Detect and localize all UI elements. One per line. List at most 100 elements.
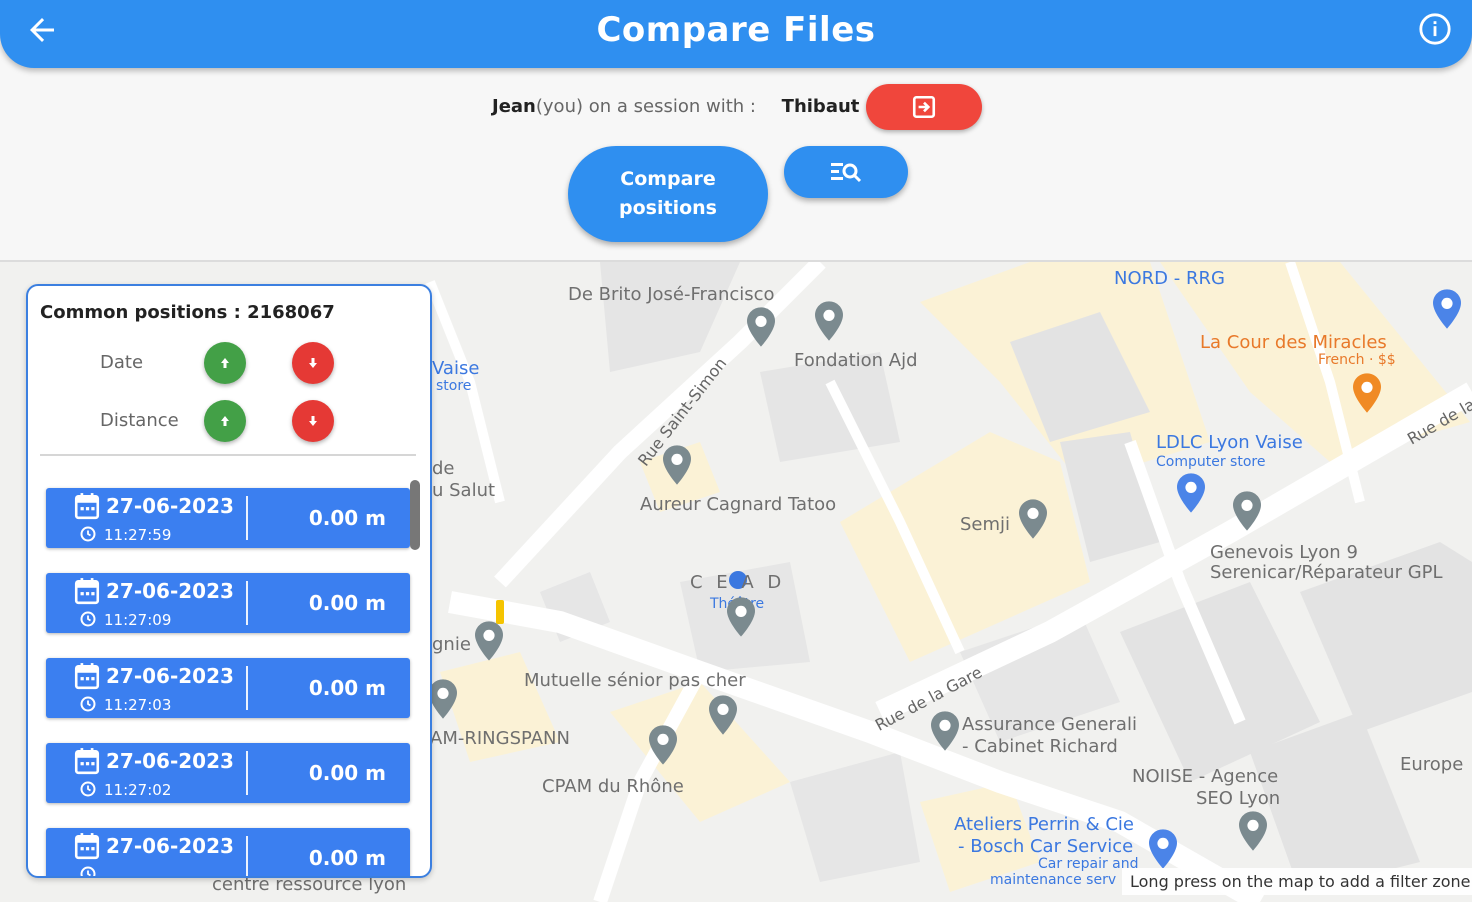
map-label: de: [432, 458, 455, 479]
filter-search-icon: [831, 163, 862, 183]
map-label: Computer store: [1156, 454, 1266, 470]
sort-date-desc-button[interactable]: [292, 342, 334, 384]
row-separator: [246, 836, 248, 876]
row-separator: [246, 581, 248, 625]
map-pin-icon[interactable]: [744, 306, 778, 348]
session-text: on a session with :: [583, 96, 762, 117]
restaurant-pin-icon[interactable]: [1350, 372, 1384, 414]
map-label: Europe: [1400, 754, 1464, 775]
row-separator: [246, 751, 248, 795]
map-label: maintenance serv: [990, 872, 1117, 888]
map-label: C E A D: [690, 572, 786, 593]
position-row[interactable]: 27-06-2023 11:27:59 0.00 m: [46, 488, 410, 548]
store-pin-icon[interactable]: [1430, 288, 1464, 330]
car-service-pin-icon[interactable]: [1146, 828, 1180, 870]
filter-search-button[interactable]: [784, 146, 908, 198]
map-label: Semji: [960, 514, 1011, 535]
position-date: 27-06-2023: [106, 494, 234, 518]
common-positions-panel: Common positions : 2168067 Date Distance…: [26, 284, 432, 878]
map-pin-icon[interactable]: [928, 710, 962, 752]
info-icon[interactable]: [1418, 12, 1452, 46]
position-row[interactable]: 27-06-2023 11:27:09 0.00 m: [46, 573, 410, 633]
map-label: u Salut: [432, 480, 496, 501]
position-time: 11:27:03: [104, 696, 172, 714]
map-pin-icon[interactable]: [1230, 490, 1264, 532]
clock-icon: [80, 781, 96, 797]
sort-date-label: Date: [100, 352, 144, 373]
arrow-up-icon: [221, 416, 229, 426]
sort-date-asc-button[interactable]: [204, 342, 246, 384]
calendar-icon: [74, 663, 100, 690]
map-label: SEO Lyon: [1196, 788, 1281, 809]
clock-icon: [80, 611, 96, 627]
common-positions-count: Common positions : 2168067: [40, 302, 335, 323]
calendar-icon: [74, 748, 100, 775]
arrow-down-icon: [309, 358, 317, 368]
calendar-icon: [74, 578, 100, 605]
arrow-down-icon: [309, 416, 317, 426]
arrow-up-icon: [221, 358, 229, 368]
clock-icon: [80, 866, 96, 876]
map-pin-icon[interactable]: [660, 444, 694, 486]
map-label: Vaise: [432, 358, 480, 379]
sort-distance-row: Distance: [28, 400, 430, 444]
map-label: - Cabinet Richard: [962, 736, 1118, 757]
session-partner: Thibaut: [781, 96, 860, 117]
position-time: 11:27:09: [104, 611, 172, 629]
map-hint: Long press on the map to add a filter zo…: [1122, 868, 1472, 895]
calendar-icon: [74, 493, 100, 520]
map-label: La Cour des Miracles: [1200, 332, 1387, 353]
position-row[interactable]: 27-06-2023 11:27:03 0.00 m: [46, 658, 410, 718]
map-pin-icon[interactable]: [812, 300, 846, 342]
position-time: 11:27:59: [104, 526, 172, 544]
calendar-icon: [74, 833, 100, 860]
compare-positions-button[interactable]: Compare positions: [568, 146, 768, 242]
map-pin-icon[interactable]: [724, 596, 758, 638]
store-pin-icon[interactable]: [1174, 472, 1208, 514]
leave-session-button[interactable]: [866, 84, 982, 130]
position-distance: 0.00 m: [308, 506, 386, 530]
position-date: 27-06-2023: [106, 749, 234, 773]
sort-distance-desc-button[interactable]: [292, 400, 334, 442]
map-pin-icon[interactable]: [1016, 498, 1050, 540]
government-pin-icon[interactable]: [646, 724, 680, 766]
map-pin-icon[interactable]: [472, 620, 506, 662]
row-separator: [246, 666, 248, 710]
sort-date-row: Date: [28, 342, 430, 386]
map-pin-icon[interactable]: [706, 694, 740, 736]
position-date: 27-06-2023: [106, 664, 234, 688]
position-time: 11:27:02: [104, 781, 172, 799]
map-label: De Brito José-Francisco: [568, 284, 775, 305]
clock-icon: [80, 526, 96, 542]
map-label: French · $$: [1318, 352, 1396, 368]
map-label: AM-RINGSPANN: [430, 728, 570, 749]
position-distance: 0.00 m: [308, 761, 386, 785]
map-label: store: [436, 378, 472, 394]
positions-list[interactable]: 27-06-2023 11:27:59 0.00 m 27-06-2023 11…: [28, 476, 430, 876]
list-scrollbar[interactable]: [410, 480, 420, 550]
map-label: Fondation Ajd: [794, 350, 918, 371]
sort-distance-asc-button[interactable]: [204, 400, 246, 442]
position-row[interactable]: 27-06-2023 11:27:02 0.00 m: [46, 743, 410, 803]
position-distance: 0.00 m: [308, 676, 386, 700]
map-label: gnie: [432, 634, 471, 655]
map-label: Assurance Generali: [962, 714, 1137, 735]
position-distance: 0.00 m: [308, 846, 386, 870]
divider: [40, 454, 416, 456]
position-date: 27-06-2023: [106, 834, 234, 858]
sort-distance-label: Distance: [100, 410, 179, 431]
map-label: NORD - RRG: [1114, 268, 1225, 289]
map-pin-icon[interactable]: [1236, 810, 1270, 852]
map-label: Genevois Lyon 9: [1210, 542, 1358, 563]
session-info: Jean(you) on a session with : Thibaut: [492, 96, 859, 117]
map-label: NOIISE - Agence: [1132, 766, 1279, 787]
session-user: Jean: [492, 96, 536, 117]
map-label: LDLC Lyon Vaise: [1156, 432, 1303, 453]
position-row[interactable]: 27-06-2023 0.00 m: [46, 828, 410, 876]
map-label: Ateliers Perrin & Cie: [954, 814, 1135, 835]
map-label: Mutuelle sénior pas cher: [524, 670, 746, 691]
map-label: CPAM du Rhône: [542, 776, 684, 797]
clock-icon: [80, 696, 96, 712]
compare-positions-label: Compare positions: [619, 168, 717, 219]
map-label: Aureur Cagnard Tatoo: [640, 494, 837, 515]
